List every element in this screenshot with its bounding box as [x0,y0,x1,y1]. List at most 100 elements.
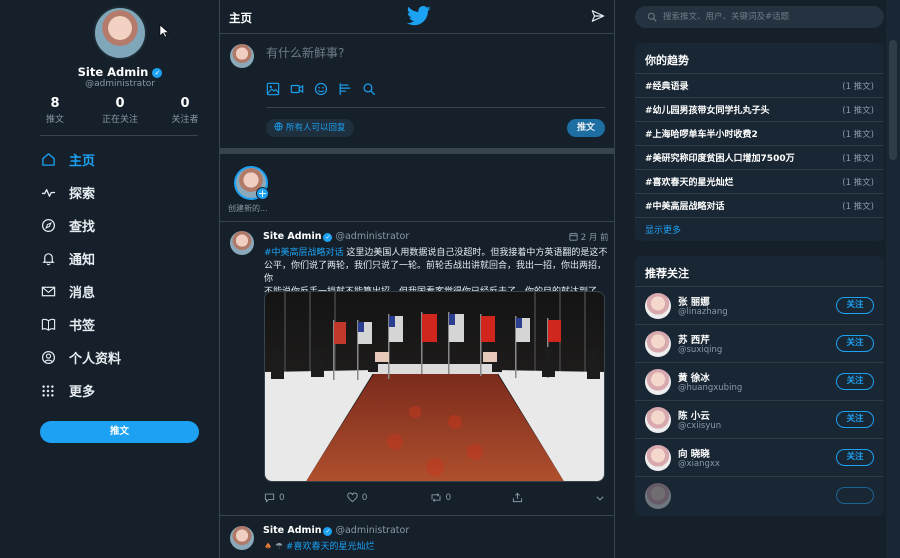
search-bar[interactable] [635,6,884,28]
heart-icon [346,492,358,503]
divider [266,107,605,108]
search-icon [647,12,657,22]
follow-button[interactable]: 关注 [836,297,874,314]
like-button[interactable]: 0 [346,492,430,503]
who-to-follow-panel: 推荐关注 张 丽娜 @linazhang 关注 苏 西芹 @suxiqing 关… [635,256,884,516]
stat-followers[interactable]: 0 关注者 [160,96,210,125]
profile-name[interactable]: Site Admin ✓ [0,65,240,79]
profile-avatar[interactable] [93,6,147,60]
follow-name[interactable]: 陈 小云 [678,408,710,422]
follow-name[interactable]: 张 丽娜 [678,294,710,308]
nav-item-profile[interactable]: 个人资料 [40,341,200,374]
stat-value: 8 [50,96,60,111]
scrollbar-thumb[interactable] [889,40,897,160]
more-options-button[interactable] [595,492,605,503]
tweet-time-text: 2 月 前 [580,233,609,243]
nav-item-notifications[interactable]: 通知 [40,242,200,275]
trend-item[interactable]: #上海哈啰单车半小时收费2 (1 推文) [635,121,884,145]
tweet-avatar[interactable] [230,526,254,550]
search-input[interactable] [663,12,863,22]
compose-submit-button[interactable]: 推文 [567,119,605,137]
tweet-author[interactable]: Site Admin ✓ @administrator [263,231,409,242]
search-icon[interactable] [362,82,376,96]
create-story-label: 创建新的... [228,204,268,213]
more-icon [40,383,56,399]
compose-input[interactable]: 有什么新鲜事? [266,44,344,61]
nav-label: 通知 [69,253,96,268]
trend-count: (1 推文) [842,129,874,140]
trend-item[interactable]: #经典语录 (1 推文) [635,73,884,97]
follow-button[interactable]: 关注 [836,373,874,390]
follow-item-partial [635,476,884,514]
share-button[interactable] [512,492,595,503]
tweet-hashtag[interactable]: #喜欢春天的星光灿烂 [286,542,375,552]
section-separator [220,148,614,154]
follow-name[interactable]: 苏 西芹 [678,332,710,346]
avatar[interactable] [645,331,671,357]
mail-icon [40,284,56,300]
stat-label: 推文 [45,115,64,125]
avatar[interactable] [645,293,671,319]
nav-item-home[interactable]: 主页 [40,143,200,176]
video-icon[interactable] [290,82,304,96]
compass-icon [40,218,56,234]
tweet-author[interactable]: Site Admin ✓ @administrator [263,525,409,536]
nav-item-explore[interactable]: 探索 [40,176,200,209]
nav-item-more[interactable]: 更多 [40,374,200,407]
umbrella-icon: ☂ [274,542,284,552]
trend-name: #中美高层战略对话 [645,202,725,212]
trend-name: #美研究称印度贫困人口增加7500万 [645,154,795,164]
plus-icon[interactable]: + [256,187,269,200]
avatar[interactable] [645,369,671,395]
twitter-bird-icon[interactable] [406,6,431,29]
poll-icon[interactable] [338,82,352,96]
follow-button[interactable] [836,487,874,504]
reply-audience-selector[interactable]: 所有人可以回复 [266,119,354,137]
trend-item[interactable]: #幼儿园男孩带女同学扎丸子头 (1 推文) [635,97,884,121]
follow-button[interactable]: 关注 [836,335,874,352]
follow-name[interactable]: 黄 徐冰 [678,370,710,384]
trend-item[interactable]: #美研究称印度贫困人口增加7500万 (1 推文) [635,145,884,169]
compose-avatar[interactable] [230,44,254,68]
nav-label: 查找 [69,220,96,235]
trend-item[interactable]: #中美高层战略对话 (1 推文) [635,193,884,217]
tweet-avatar[interactable] [230,231,254,255]
chevron-down-icon [596,495,604,501]
follow-button[interactable]: 关注 [836,449,874,466]
show-more-link[interactable]: 显示更多 [635,217,884,241]
avatar[interactable] [645,483,671,509]
tweet-actions: 0 0 0 [264,492,605,503]
reply-button[interactable]: 0 [264,492,347,503]
emoji-icon: ♠ [264,542,273,552]
left-sidebar: Site Admin ✓ @administrator 8 推文 0 正在关注 … [0,0,220,558]
tweet-hashtag[interactable]: #中美高层战略对话 [264,248,344,258]
send-icon[interactable] [591,9,605,26]
timeline-header: 主页 [220,0,614,34]
stat-following[interactable]: 0 正在关注 [95,96,145,125]
retweet-button[interactable]: 0 [430,492,513,503]
nav-item-bookmarks[interactable]: 书签 [40,308,200,341]
stat-value: 0 [180,96,190,111]
trend-count: (1 推文) [842,201,874,212]
nav-label: 个人资料 [69,352,122,367]
tweet-time: 2 月 前 [569,231,609,243]
follow-name[interactable]: 向 晓晓 [678,446,710,460]
image-icon[interactable] [266,82,280,96]
trend-count: (1 推文) [842,81,874,92]
reply-count: 0 [279,492,285,503]
bell-icon [40,251,56,267]
tweet-text-line: 公平，你们说了两轮，我们只说了一轮。前轮舌战出讲就回合，我出一招，你出两招，你 [264,261,607,284]
emoji-icon[interactable] [314,82,328,96]
trend-item[interactable]: #喜欢春天的星光灿烂 (1 推文) [635,169,884,193]
stat-tweets[interactable]: 8 推文 [30,96,80,125]
tweet-button[interactable]: 推文 [40,421,199,443]
nav-item-find[interactable]: 查找 [40,209,200,242]
avatar[interactable] [645,407,671,433]
follow-button[interactable]: 关注 [836,411,874,428]
tweet-image[interactable] [264,291,605,482]
follow-handle: @linazhang [678,307,728,317]
verified-badge-icon: ✓ [323,527,333,536]
nav-item-messages[interactable]: 消息 [40,275,200,308]
avatar[interactable] [645,445,671,471]
trends-title: 你的趋势 [645,54,689,67]
